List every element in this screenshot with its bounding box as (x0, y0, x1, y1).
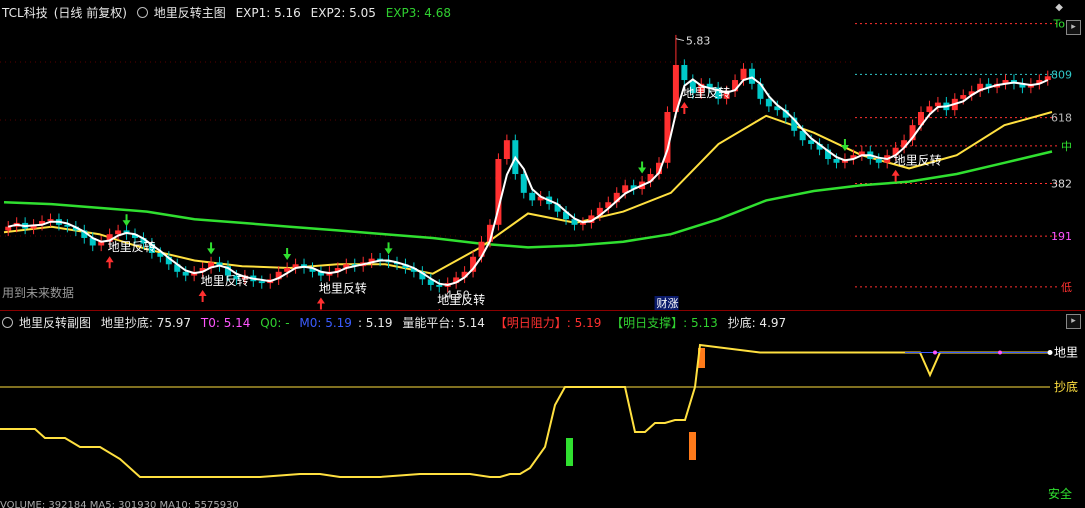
chaodi-label: 抄底 (1054, 379, 1078, 394)
candle-body (436, 284, 443, 287)
buy-arrow-icon (198, 290, 207, 303)
signal-label: 地里反转 (201, 273, 249, 288)
level-label-l191: 191 (1051, 230, 1072, 243)
level-label-l618: 618 (1051, 112, 1072, 125)
level-label-mid: 中 (1061, 140, 1072, 153)
exp1-value: EXP1: 5.16 (235, 6, 301, 20)
main-chart-panel: Top 809 618 中 382 191 低地里反转 地里反转 地里反转 地里反转 地里反转 地里反… (0, 0, 1085, 310)
marker-dot (933, 350, 937, 355)
candle-body (1044, 76, 1051, 81)
marker-dot (998, 350, 1002, 355)
candle-body (875, 159, 882, 163)
level-label-l382: 382 (1051, 177, 1072, 190)
candle-body (960, 95, 967, 99)
candle-body (182, 271, 189, 276)
future-data-note: 用到未来数据 (2, 286, 75, 300)
candle-body (926, 106, 933, 112)
panel-toggle-button[interactable]: ▸ (1066, 20, 1081, 35)
t0-value: T0: 5.14 (200, 316, 251, 330)
sub-indicator-name[interactable]: 地里反转副图 (19, 316, 91, 330)
sell-arrow-icon (207, 242, 216, 255)
exp3-value: EXP3: 4.68 (385, 6, 451, 20)
sub-chart-panel: 地里抄底安全 地里反转副图 地里抄底: 75.97 T0: 5.14 Q0: -… (0, 312, 1085, 502)
signal-label: 地里反转 (894, 153, 942, 168)
max-pointer (675, 38, 685, 42)
candle-body (681, 65, 688, 81)
signal-label: 地里反转 (682, 85, 730, 100)
candle-body (765, 98, 772, 107)
m0-extra-value: : 5.19 (357, 316, 393, 330)
diliang-value: 地里抄底: 75.97 (100, 316, 192, 330)
main-chart-header: TCL科技 (日线 前复权) 地里反转主图 EXP1: 5.16 EXP2: 5.… (2, 4, 457, 21)
q0-value: Q0: - (260, 316, 290, 330)
badge-label: 财涨 (657, 296, 679, 310)
sell-arrow-icon (638, 161, 647, 174)
price-line (7, 76, 1049, 287)
sub-panel-toggle-button[interactable]: ▸ (1066, 314, 1081, 329)
sell-arrow-icon (122, 214, 131, 227)
buy-arrow-icon (316, 297, 325, 310)
chaodi-value: 抄底: 4.97 (727, 316, 787, 330)
symbol-label[interactable]: TCL科技 (2, 6, 48, 20)
collapse-icon[interactable]: ◆ (1055, 2, 1063, 13)
signal-label: 地里反转 (108, 239, 156, 254)
sub-chart-svg: 地里抄底安全 (0, 343, 1078, 500)
panel-divider (0, 310, 1085, 311)
end-dot (1047, 350, 1053, 355)
ma-yellow-line (3, 111, 1053, 275)
level-label-l809: 809 (1051, 68, 1072, 81)
sell-arrow-icon (283, 248, 292, 261)
safe-label: 安全 (1048, 486, 1072, 500)
support-value: 【明日支撑】: 5.13 (611, 316, 718, 330)
main-chart-svg: Top809618中382191低地里反转地里反转地里反转地里反转地里反转地里反… (0, 18, 1072, 310)
min-price-label: 4.50 (445, 288, 470, 301)
candle-body (529, 192, 536, 201)
candle-body (115, 230, 122, 235)
candle-body (934, 102, 941, 107)
exp2-value: EXP2: 5.05 (310, 6, 376, 20)
max-price-label: 5.83 (686, 35, 711, 48)
indicator-settings-icon[interactable] (136, 7, 148, 18)
candle-body (258, 281, 265, 284)
main-indicator-name[interactable]: 地里反转主图 (154, 6, 226, 20)
candle-body (520, 174, 527, 193)
level-label-low: 低 (1061, 281, 1072, 294)
sub-indicator-settings-icon[interactable] (2, 317, 13, 328)
period-mode-label[interactable]: (日线 前复权) (54, 6, 127, 20)
diliang-label: 地里 (1054, 346, 1078, 360)
signal-bar (689, 432, 696, 460)
resistance-value: 【明日阻力】: 5.19 (494, 316, 602, 330)
buy-arrow-icon (680, 102, 689, 115)
buy-arrow-icon (105, 256, 114, 269)
volume-footer: VOLUME: 392184 MA5: 301930 MA10: 5575930 (0, 500, 239, 508)
diliang-line (0, 343, 1050, 478)
signal-label: 地里反转 (319, 281, 367, 296)
m0-value: M0: 5.19 (299, 316, 352, 330)
candle-body (503, 140, 510, 159)
volume-platform-value: 量能平台: 5.14 (402, 316, 485, 330)
signal-bar (566, 438, 573, 466)
candle-body (833, 159, 840, 163)
sell-arrow-icon (384, 242, 393, 255)
buy-arrow-icon (891, 169, 900, 182)
sub-chart-header: 地里反转副图 地里抄底: 75.97 T0: 5.14 Q0: - M0: 5.… (2, 314, 792, 331)
candle-body (748, 68, 755, 84)
